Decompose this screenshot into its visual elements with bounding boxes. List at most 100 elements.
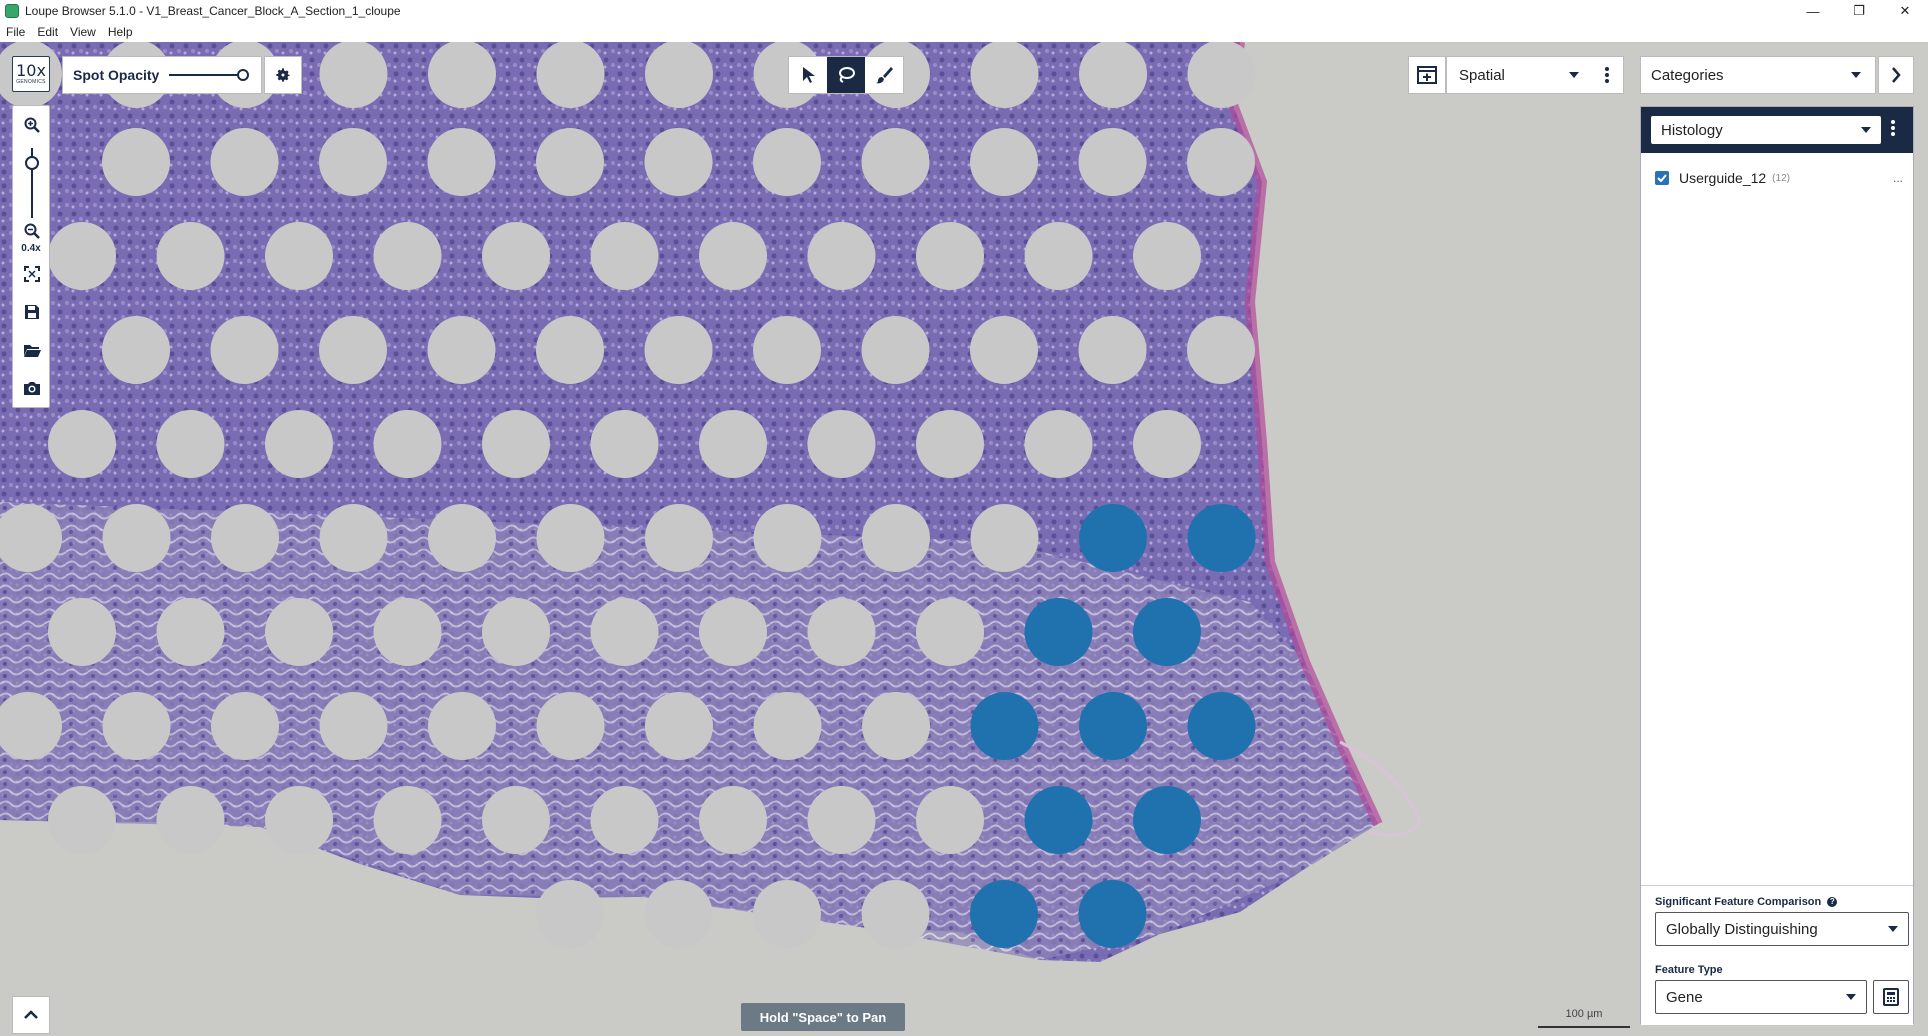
tissue-spot[interactable] (265, 598, 333, 666)
tissue-spot[interactable] (861, 880, 930, 948)
tissue-spot[interactable] (265, 410, 333, 478)
tissue-spot[interactable] (373, 598, 442, 666)
tissue-spot[interactable] (644, 880, 713, 948)
slider-knob[interactable] (237, 69, 250, 81)
tissue-spot[interactable] (319, 316, 387, 384)
tissue-spot[interactable] (970, 504, 1039, 572)
tissue-spot[interactable] (48, 598, 116, 666)
tissue-spot[interactable] (916, 786, 984, 854)
tissue-spot[interactable] (427, 316, 496, 384)
tissue-spot[interactable] (753, 692, 822, 760)
feature-type-dropdown[interactable]: Gene (1655, 980, 1867, 1014)
tissue-spot[interactable] (1187, 316, 1255, 384)
cluster-spot[interactable] (1187, 692, 1256, 760)
tissue-spot[interactable] (156, 410, 225, 478)
tissue-spot[interactable] (211, 504, 279, 572)
pointer-tool-button[interactable] (789, 57, 827, 93)
tissue-spot[interactable] (156, 786, 225, 854)
categories-dropdown[interactable]: Categories (1640, 56, 1876, 94)
tissue-spot[interactable] (753, 316, 821, 384)
tissue-spot[interactable] (536, 504, 605, 572)
tissue-spot[interactable] (861, 128, 930, 196)
cluster-spot[interactable] (1024, 598, 1093, 666)
brush-tool-button[interactable] (865, 57, 903, 93)
tissue-spot[interactable] (536, 316, 604, 384)
tissue-spot[interactable] (644, 316, 713, 384)
cluster-spot[interactable] (970, 880, 1038, 948)
view-mode-dropdown[interactable]: Spatial (1446, 56, 1624, 94)
menu-file[interactable]: File (0, 25, 31, 39)
zoom-out-button[interactable] (13, 219, 51, 243)
tissue-spot[interactable] (48, 410, 116, 478)
kebab-menu-icon[interactable] (1605, 66, 1609, 84)
tissue-spot[interactable] (1024, 222, 1093, 290)
tissue-spot[interactable] (590, 410, 659, 478)
tissue-spot[interactable] (373, 410, 442, 478)
tissue-spot[interactable] (210, 128, 279, 196)
cluster-spot[interactable] (1024, 786, 1093, 854)
tissue-spot[interactable] (807, 410, 876, 478)
tissue-spot[interactable] (373, 222, 442, 290)
tissue-spot[interactable] (590, 222, 659, 290)
cluster-checkbox[interactable] (1655, 171, 1669, 185)
tissue-spot[interactable] (156, 598, 225, 666)
tissue-spot[interactable] (319, 128, 387, 196)
screenshot-button[interactable] (13, 369, 51, 407)
tissue-spot[interactable] (319, 42, 388, 108)
tissue-spot[interactable] (319, 504, 388, 572)
tissue-spot[interactable] (102, 316, 170, 384)
tissue-spot[interactable] (699, 222, 767, 290)
tissue-spot[interactable] (753, 880, 821, 948)
tissue-spot[interactable] (807, 598, 876, 666)
fit-view-button[interactable] (13, 255, 51, 293)
menu-view[interactable]: View (64, 25, 102, 39)
tissue-spot[interactable] (102, 128, 170, 196)
tissue-spot[interactable] (699, 410, 767, 478)
tissue-spot[interactable] (644, 128, 713, 196)
tissue-spot[interactable] (590, 598, 659, 666)
tissue-spot[interactable] (265, 222, 333, 290)
tissue-spot[interactable] (807, 786, 876, 854)
tissue-spot[interactable] (645, 692, 713, 760)
tissue-spot[interactable] (970, 316, 1038, 384)
cluster-more-button[interactable]: ... (1893, 171, 1903, 185)
tissue-spot[interactable] (1078, 128, 1147, 196)
tissue-spot[interactable] (970, 128, 1038, 196)
tissue-spot[interactable] (265, 786, 333, 854)
tissue-spot[interactable] (428, 504, 496, 572)
cluster-item[interactable]: Userguide_12 (12) ... (1655, 169, 1903, 187)
settings-button[interactable] (264, 56, 302, 94)
tissue-spot[interactable] (536, 128, 604, 196)
restore-button[interactable]: ❐ (1836, 0, 1882, 22)
tissue-spot[interactable] (1079, 42, 1147, 108)
collapse-panel-button[interactable] (1878, 56, 1914, 94)
tissue-spot[interactable] (699, 598, 767, 666)
tissue-spot[interactable] (862, 692, 930, 760)
tissue-spot[interactable] (916, 598, 984, 666)
tissue-spot[interactable] (156, 222, 225, 290)
cluster-spot[interactable] (970, 692, 1039, 760)
tissue-spot[interactable] (645, 42, 713, 108)
menu-help[interactable]: Help (102, 25, 139, 39)
zoom-knob[interactable] (25, 156, 39, 170)
tissue-spot[interactable] (102, 692, 171, 760)
add-view-button[interactable] (1408, 56, 1446, 94)
tissue-spot[interactable] (482, 786, 550, 854)
minimize-button[interactable]: — (1790, 0, 1836, 22)
tissue-spot[interactable] (590, 786, 659, 854)
comparison-dropdown[interactable]: Globally Distinguishing (1655, 912, 1909, 946)
tissue-spot[interactable] (373, 786, 442, 854)
tissue-spot[interactable] (699, 786, 767, 854)
tissue-spot[interactable] (861, 316, 930, 384)
close-button[interactable]: ✕ (1882, 0, 1928, 22)
cluster-spot[interactable] (1133, 786, 1201, 854)
zoom-in-button[interactable] (13, 106, 51, 144)
tissue-spot[interactable] (482, 222, 550, 290)
tissue-spot[interactable] (102, 504, 171, 572)
lasso-tool-button[interactable] (827, 57, 865, 93)
cluster-spot[interactable] (1079, 504, 1147, 572)
tissue-spot[interactable] (536, 880, 604, 948)
cluster-spot[interactable] (1187, 504, 1256, 572)
calculate-button[interactable] (1873, 980, 1909, 1014)
tissue-spot[interactable] (1187, 42, 1256, 108)
